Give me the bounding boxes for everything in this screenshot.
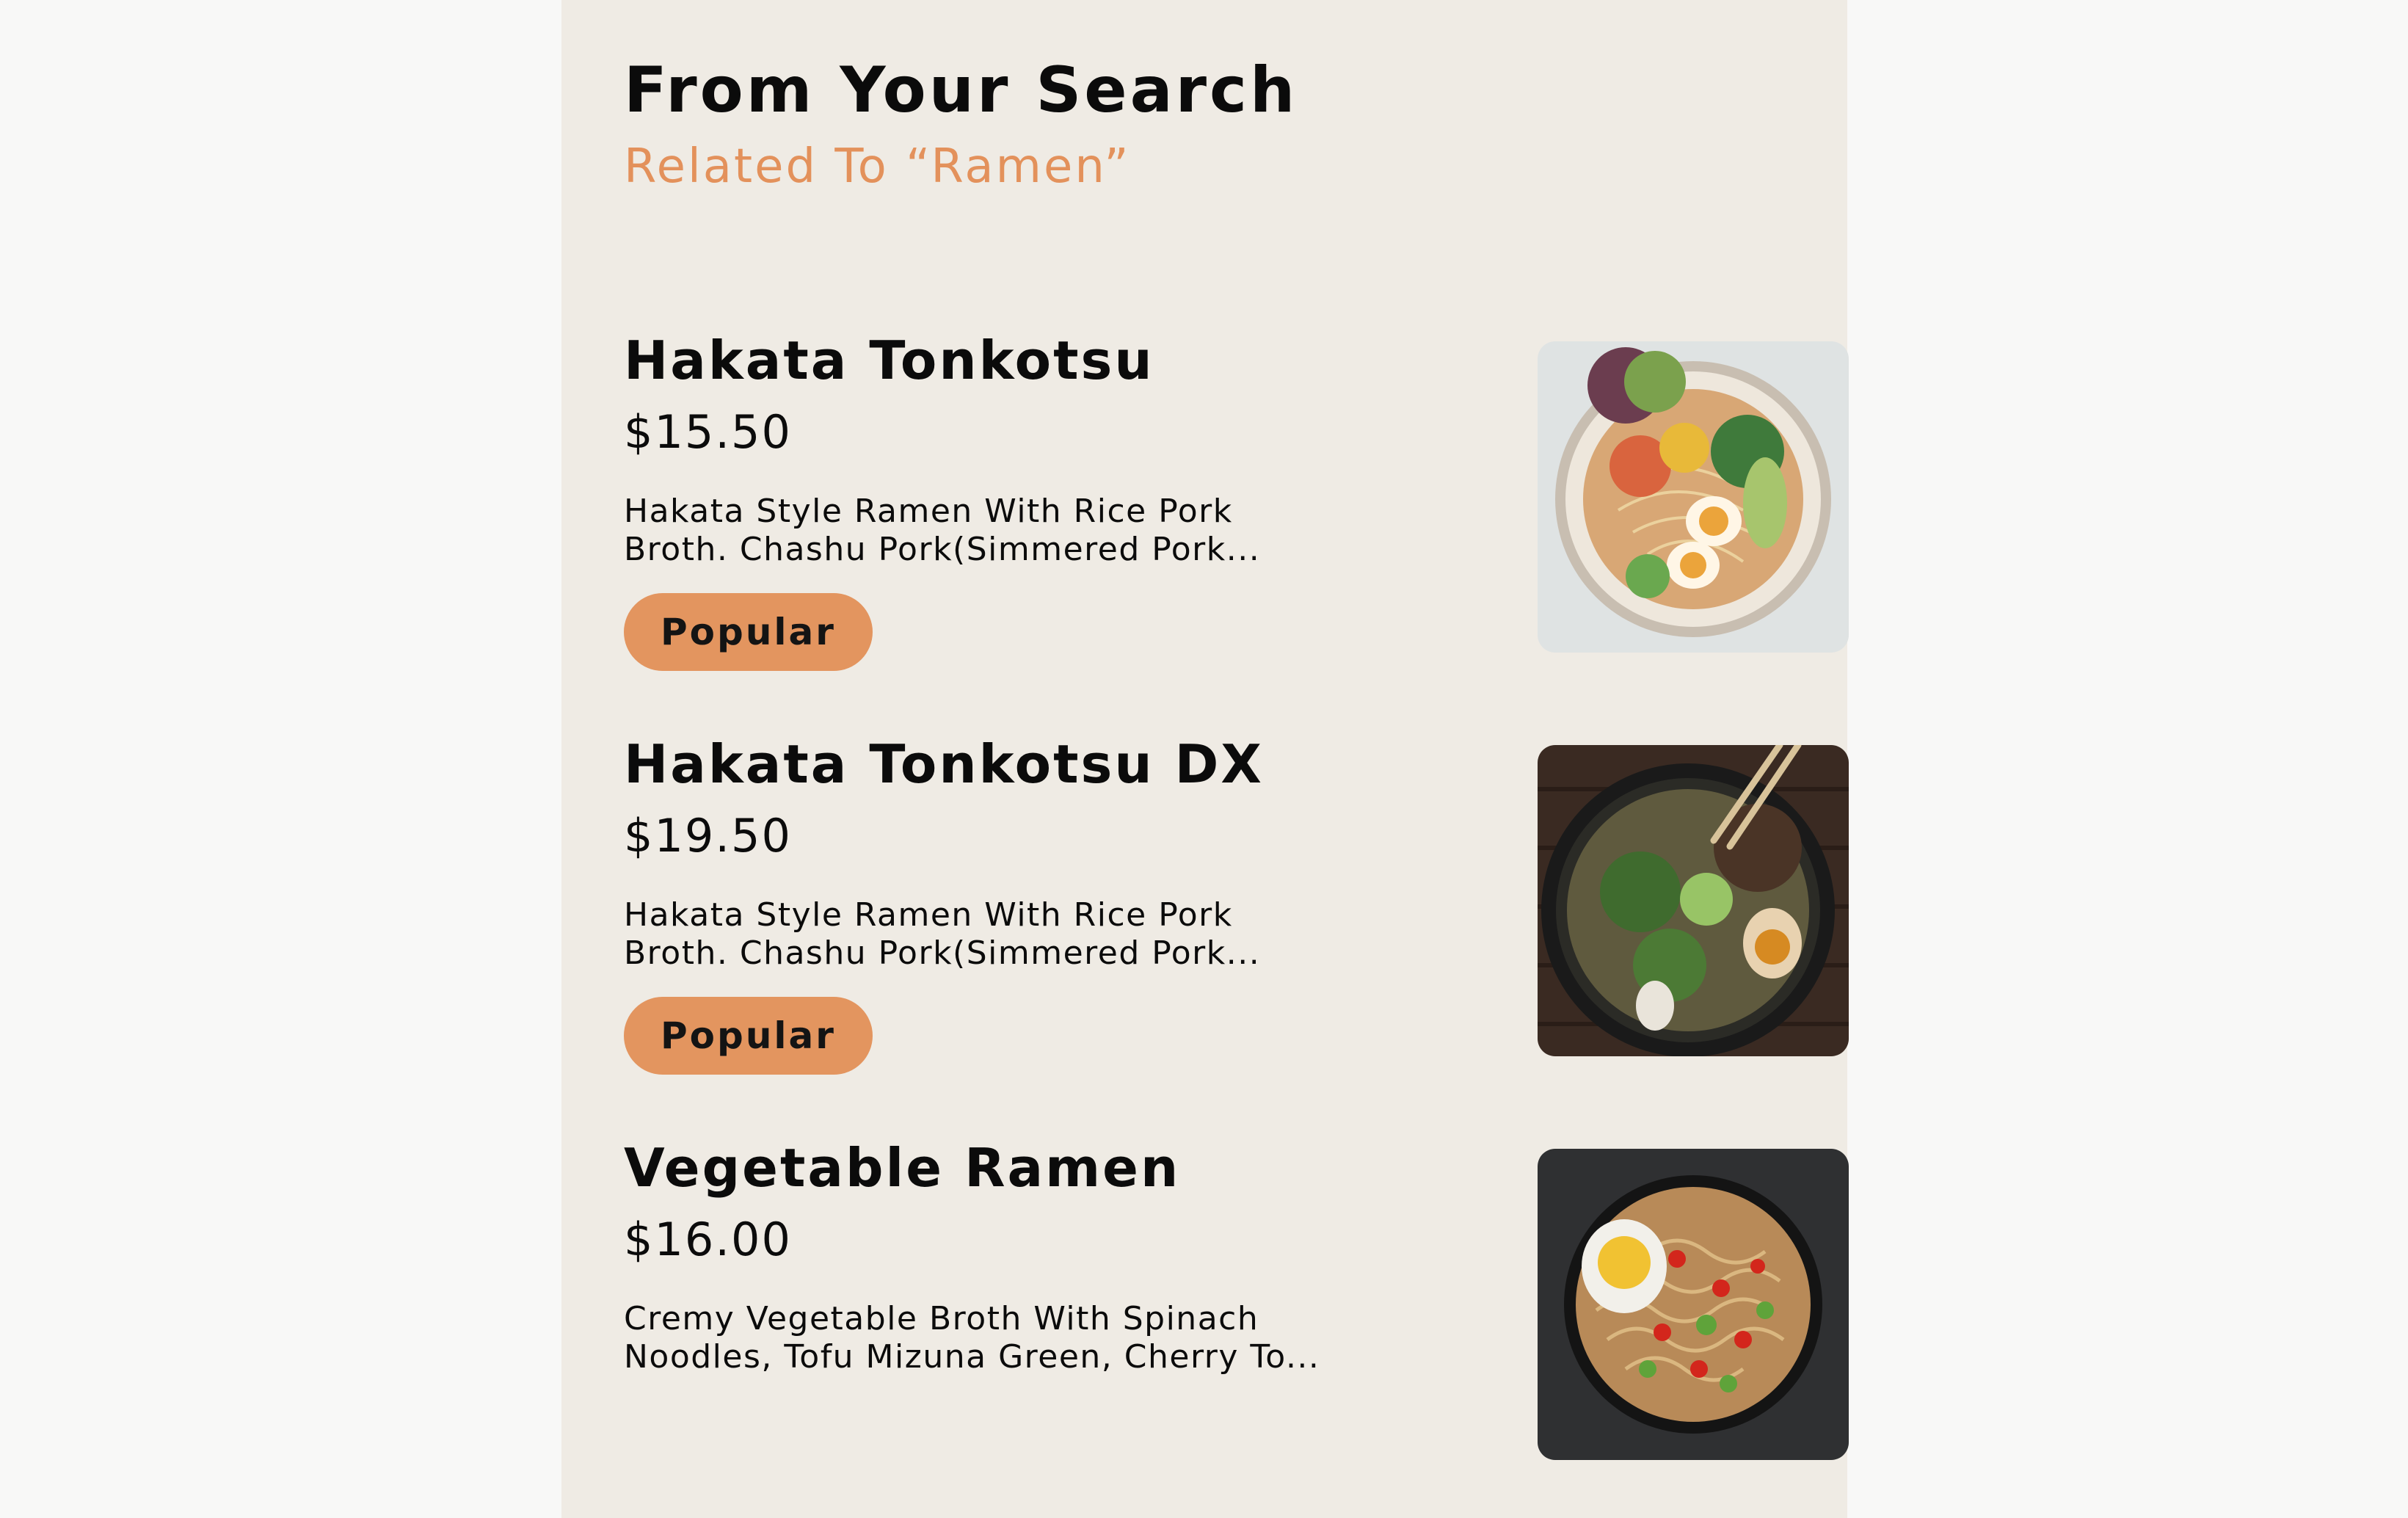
menu-item-image[interactable] (1538, 341, 1849, 653)
page-title: From Your Search (624, 54, 1298, 127)
menu-item-name: Hakata Tonkotsu (624, 330, 1154, 391)
menu-item-hakata-tonkotsu[interactable]: Hakata Tonkotsu $15.50 Hakata Style Rame… (624, 329, 1849, 671)
popular-badge[interactable]: Popular (624, 593, 873, 671)
menu-item-description: Hakata Style Ramen With Rice Pork Broth.… (624, 896, 1261, 972)
ramen-bowl-light-photo (1538, 341, 1849, 653)
menu-item-image[interactable] (1538, 745, 1849, 1056)
menu-item-price: $15.50 (624, 405, 792, 459)
menu-item-vegetable-ramen[interactable]: Vegetable Ramen $16.00 Cremy Vegetable B… (624, 1136, 1849, 1460)
popular-badge[interactable]: Popular (624, 997, 873, 1075)
ramen-bowl-dark-wood-photo (1538, 745, 1849, 1056)
menu-item-name: Hakata Tonkotsu DX (624, 733, 1264, 795)
search-results-panel: From Your Search Related To “Ramen” Haka… (561, 0, 1849, 1518)
menu-item-name: Vegetable Ramen (624, 1137, 1181, 1199)
menu-item-description: Cremy Vegetable Broth With Spinach Noodl… (624, 1300, 1320, 1376)
menu-item-price: $19.50 (624, 809, 792, 862)
menu-item-price: $16.00 (624, 1213, 792, 1266)
search-query-subtitle: Related To “Ramen” (624, 139, 1131, 194)
menu-item-description: Hakata Style Ramen With Rice Pork Broth.… (624, 493, 1261, 568)
menu-item-hakata-tonkotsu-dx[interactable]: Hakata Tonkotsu DX $19.50 Hakata Style R… (624, 733, 1849, 1075)
menu-item-image[interactable] (1538, 1149, 1849, 1460)
ramen-bowl-dark-slate-photo (1538, 1149, 1849, 1460)
